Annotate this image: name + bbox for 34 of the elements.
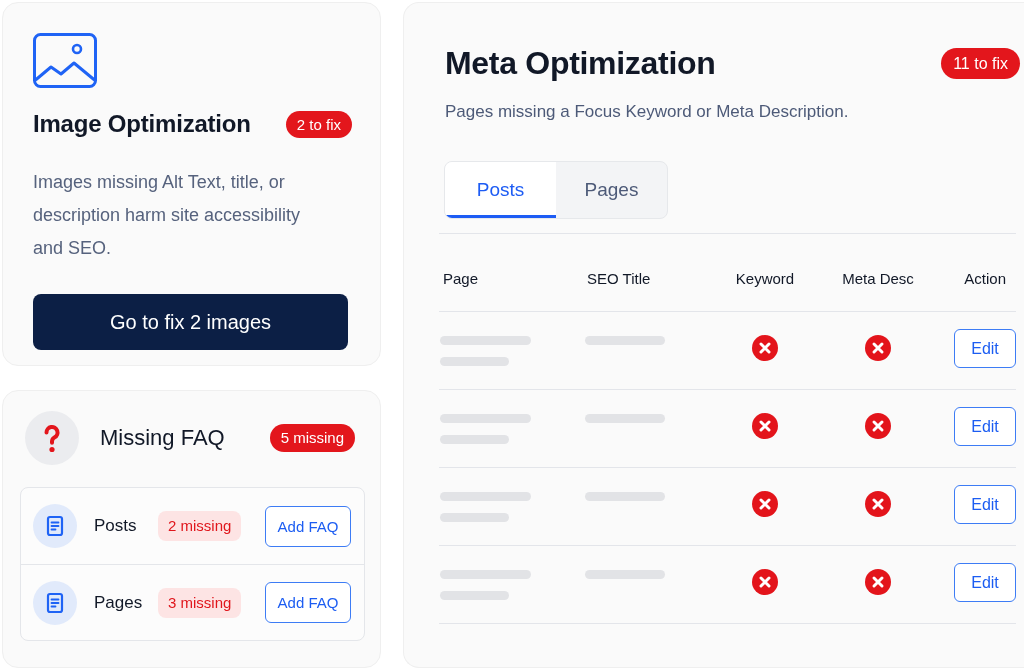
missing-badge: 3 missing <box>158 587 242 618</box>
document-icon <box>33 580 77 625</box>
card-title: Missing FAQ <box>100 424 225 452</box>
column-header: Page <box>443 269 479 287</box>
count-badge: 2 to fix <box>285 110 352 138</box>
tab[interactable]: Pages <box>556 162 667 218</box>
edit-button[interactable]: Edit <box>954 485 1016 524</box>
column-header: Action <box>964 269 1006 287</box>
document-icon <box>33 504 77 548</box>
placeholder-bar <box>440 513 509 522</box>
add-faq-button[interactable]: Add FAQ <box>265 505 351 547</box>
card-title: Image Optimization <box>33 109 251 139</box>
placeholder-bar <box>440 591 509 600</box>
count-badge: 5 missing <box>269 424 355 452</box>
fix-images-button[interactable]: Go to fix 2 images <box>33 294 348 350</box>
image-icon <box>33 33 97 88</box>
edit-button[interactable]: Edit <box>954 407 1016 446</box>
edit-button[interactable]: Edit <box>954 329 1016 368</box>
column-header: Meta Desc <box>842 269 914 287</box>
question-icon <box>25 411 79 465</box>
faq-label: Posts <box>94 516 138 536</box>
card-title: Meta Optimization <box>445 44 716 82</box>
column-header: Keyword <box>735 269 795 287</box>
tab[interactable]: Posts <box>445 162 556 218</box>
missing-badge: 2 missing <box>158 511 242 541</box>
card-description: Images missing Alt Text, title, or description harm site accessibility and SEO. <box>33 171 302 260</box>
faq-label: Pages <box>94 592 144 613</box>
column-header: SEO Title <box>587 269 651 287</box>
add-faq-button[interactable]: Add FAQ <box>265 582 351 623</box>
placeholder-bar <box>440 435 509 444</box>
edit-button[interactable]: Edit <box>954 563 1016 602</box>
placeholder-bar <box>440 357 509 366</box>
count-badge: 11 to fix <box>941 47 1020 79</box>
card-subtitle: Pages missing a Focus Keyword or Meta Description. <box>444 101 850 123</box>
